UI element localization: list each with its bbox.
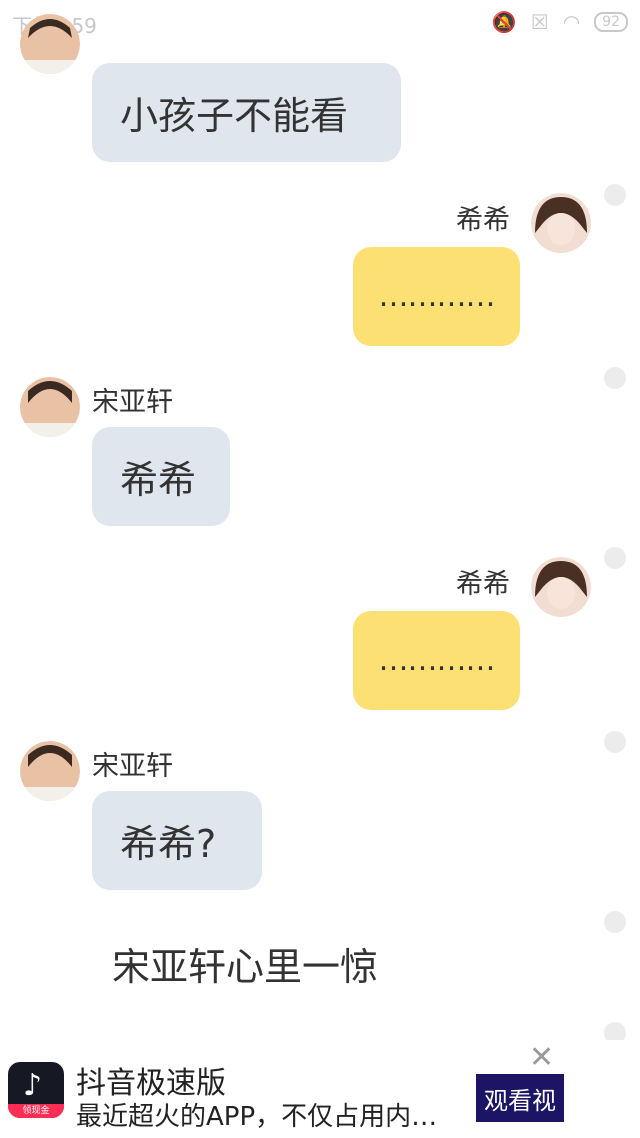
message-action-dot[interactable]	[604, 911, 626, 933]
message-text: 希希	[120, 458, 197, 502]
avatar-songyaxuan[interactable]	[20, 377, 80, 437]
message-bubble[interactable]: …………	[353, 611, 520, 710]
status-bar: 下午2:59 🔕 ☒ ◠ 92	[0, 0, 640, 44]
avatar-xixi[interactable]	[531, 557, 591, 617]
narration-text: 宋亚轩心里一惊	[112, 945, 379, 989]
message-text: …………	[378, 643, 496, 678]
message-action-dot[interactable]	[604, 731, 626, 753]
sender-name: 希希	[456, 569, 510, 600]
message-text: 小孩子不能看	[120, 94, 349, 138]
message-bubble[interactable]: 希希?	[92, 791, 262, 890]
wifi-icon: ◠	[562, 10, 581, 34]
douyin-app-icon[interactable]: ♪ 领现金	[8, 1062, 64, 1118]
ad-description[interactable]: 最近超火的APP，不仅占用内…	[76, 1096, 437, 1133]
status-icons: 🔕 ☒ ◠ 92	[492, 10, 628, 34]
battery-icon: 92	[594, 12, 628, 32]
message-text: 希希?	[120, 822, 217, 866]
close-icon[interactable]: ✕	[529, 1040, 554, 1075]
message-text: …………	[378, 279, 496, 314]
music-note-icon: ♪	[23, 1068, 43, 1103]
avatar-songyaxuan[interactable]	[20, 14, 80, 74]
no-sim-icon: ☒	[530, 10, 549, 34]
ad-icon-tag: 领现金	[8, 1104, 64, 1118]
message-bubble[interactable]: 小孩子不能看	[92, 63, 401, 162]
sender-name: 宋亚轩	[92, 751, 173, 782]
avatar-songyaxuan[interactable]	[20, 741, 80, 801]
message-action-dot[interactable]	[604, 547, 626, 569]
message-bubble[interactable]: …………	[353, 247, 520, 346]
ad-cta-button[interactable]: 观看视	[476, 1074, 564, 1122]
sender-name: 希希	[456, 205, 510, 236]
message-action-dot[interactable]	[604, 367, 626, 389]
avatar-xixi[interactable]	[531, 193, 591, 253]
message-action-dot[interactable]	[604, 184, 626, 206]
message-bubble[interactable]: 希希	[92, 427, 230, 526]
mute-bell-icon: 🔕	[491, 10, 517, 34]
sender-name: 宋亚轩	[92, 387, 173, 418]
